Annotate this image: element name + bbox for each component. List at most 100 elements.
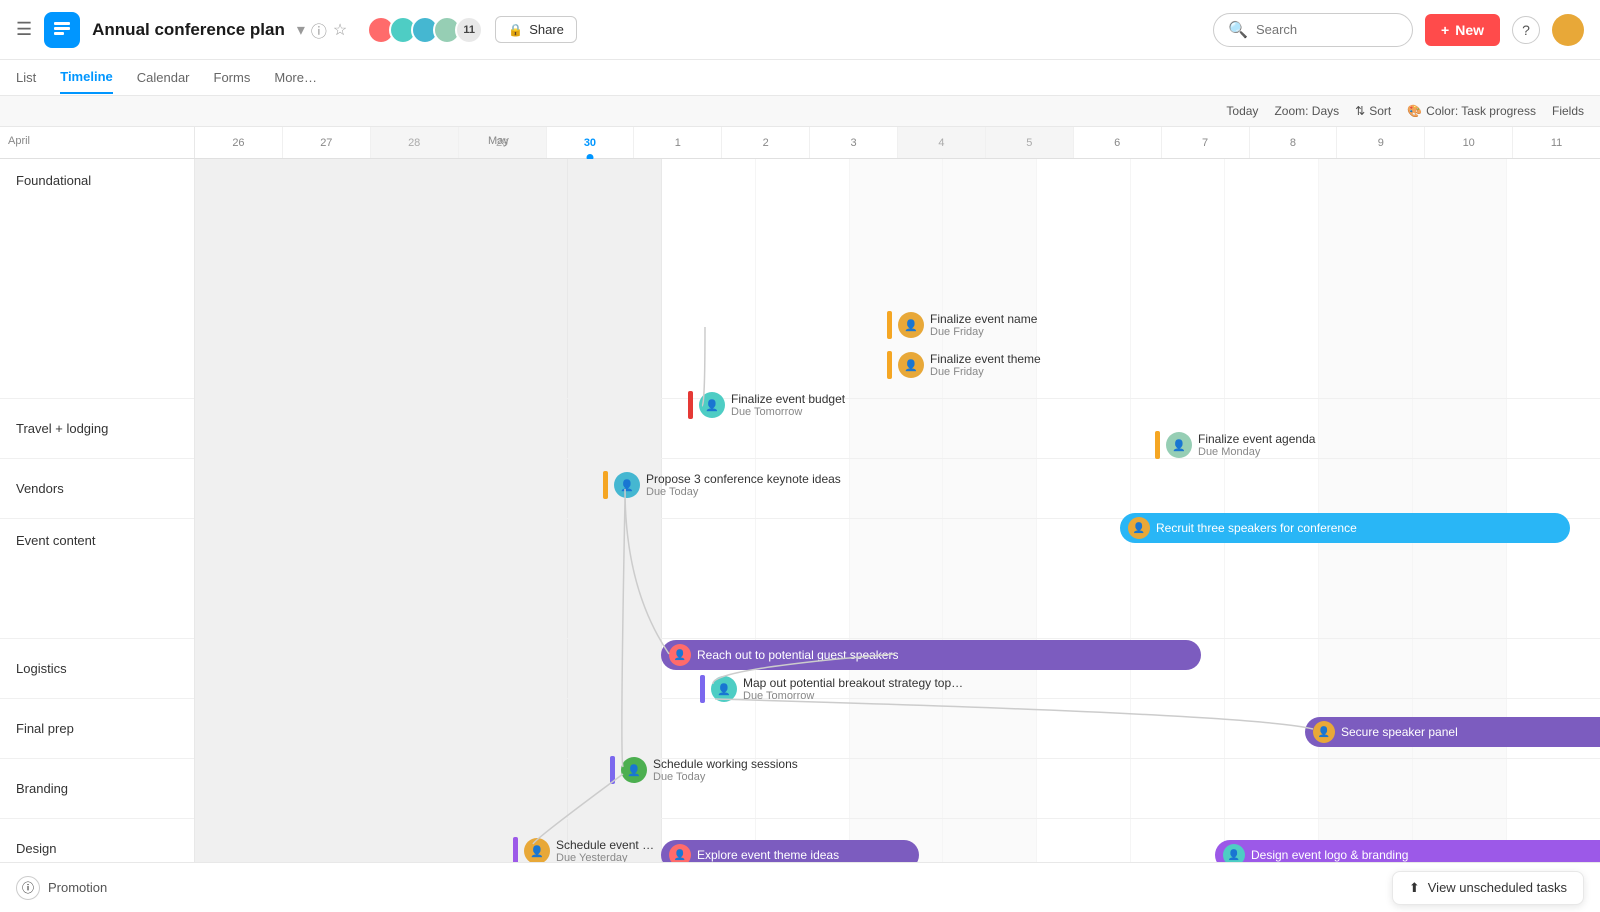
bottom-promotion-label: Promotion: [48, 880, 107, 895]
date-26: 26: [195, 127, 283, 158]
task-pin-keynote[interactable]: 👤 Propose 3 conference keynote ideas Due…: [603, 471, 841, 499]
date-28: 28: [371, 127, 459, 158]
task-label-reach-out: Reach out to potential guest speakers: [697, 648, 898, 662]
timeline-content: 👤 Recruit three speakers for conference …: [195, 159, 1600, 906]
task-label-recruit: Recruit three speakers for conference: [1156, 521, 1357, 535]
task-pin-schedule-event[interactable]: 👤 Schedule event … Due Yesterday: [513, 837, 654, 865]
sub-nav: List Timeline Calendar Forms More…: [0, 60, 1600, 96]
sort-button[interactable]: ⇅ Sort: [1355, 104, 1391, 118]
date-9: 9: [1337, 127, 1425, 158]
task-avatar-recruit: 👤: [1128, 517, 1150, 539]
task-pin-finalize-theme[interactable]: 👤 Finalize event theme Due Friday: [887, 351, 1041, 379]
search-box[interactable]: 🔍: [1213, 13, 1413, 47]
sidebar-branding: Branding: [0, 759, 194, 819]
nav-right: 🔍 + New ?: [1213, 13, 1584, 47]
pin-due-breakout: Due Tomorrow: [743, 690, 963, 702]
timeline-toolbar: Today Zoom: Days ⇅ Sort 🎨 Color: Task pr…: [0, 96, 1600, 127]
pin-title-finalize-agenda: Finalize event agenda: [1198, 432, 1315, 446]
date-1: 1: [634, 127, 722, 158]
title-actions: ▾ ⓘ ☆: [297, 18, 347, 42]
sidebar-vendors: Vendors: [0, 459, 194, 519]
task-pin-schedule-sessions[interactable]: 👤 Schedule working sessions Due Today: [610, 756, 798, 784]
member-count[interactable]: 11: [455, 16, 483, 44]
new-button[interactable]: + New: [1425, 14, 1500, 46]
task-avatar-reach-out: 👤: [669, 644, 691, 666]
search-input[interactable]: [1256, 22, 1398, 37]
pin-title-schedule-event: Schedule event …: [556, 838, 654, 852]
tab-calendar[interactable]: Calendar: [137, 62, 190, 93]
today-button[interactable]: Today: [1226, 104, 1258, 118]
bottom-actions: ⬆ View unscheduled tasks: [1392, 871, 1584, 905]
zoom-control[interactable]: Zoom: Days: [1274, 104, 1339, 118]
unscheduled-tasks-button[interactable]: ⬆ View unscheduled tasks: [1392, 871, 1584, 905]
pin-due-keynote: Due Today: [646, 486, 841, 498]
pin-due-finalize-budget: Due Tomorrow: [731, 406, 845, 418]
task-pin-finalize-name[interactable]: 👤 Finalize event name Due Friday: [887, 311, 1037, 339]
star-icon[interactable]: ☆: [333, 20, 347, 40]
user-avatar[interactable]: [1552, 14, 1584, 46]
pin-due-finalize-theme: Due Friday: [930, 366, 1041, 378]
task-pin-breakout[interactable]: 👤 Map out potential breakout strategy to…: [700, 675, 963, 703]
tab-more[interactable]: More…: [274, 62, 317, 93]
sidebar-final-prep: Final prep: [0, 699, 194, 759]
color-control[interactable]: 🎨 Color: Task progress: [1407, 104, 1536, 118]
date-11: 11: [1513, 127, 1600, 158]
palette-icon: 🎨: [1407, 104, 1422, 118]
sidebar-travel: Travel + lodging: [0, 399, 194, 459]
bottom-info: ⓘ Promotion: [16, 876, 107, 900]
month-may: May: [488, 135, 509, 147]
pin-title-finalize-theme: Finalize event theme: [930, 352, 1041, 366]
tab-forms[interactable]: Forms: [214, 62, 251, 93]
date-27: 27: [283, 127, 371, 158]
tab-list[interactable]: List: [16, 62, 36, 93]
info-circle-icon[interactable]: ⓘ: [16, 876, 40, 900]
task-bar-recruit[interactable]: 👤 Recruit three speakers for conference: [1120, 513, 1570, 543]
pin-title-breakout: Map out potential breakout strategy top…: [743, 676, 963, 690]
task-label-secure-panel: Secure speaker panel: [1341, 725, 1458, 739]
task-pin-finalize-agenda[interactable]: 👤 Finalize event agenda Due Monday: [1155, 431, 1315, 459]
date-5: 5: [986, 127, 1074, 158]
date-10: 10: [1425, 127, 1513, 158]
info-icon[interactable]: ⓘ: [311, 18, 327, 42]
sidebar-event-content: Event content: [0, 519, 194, 639]
share-button[interactable]: 🔒 Share: [495, 16, 577, 43]
project-members: 11: [367, 16, 483, 44]
top-nav: ☰ Annual conference plan ▾ ⓘ ☆ 11 🔒 Shar…: [0, 0, 1600, 60]
date-30-today: 30: [547, 127, 635, 158]
section-labels: Foundational Travel + lodging Vendors Ev…: [0, 159, 195, 906]
plus-icon: +: [1441, 22, 1449, 38]
date-8: 8: [1250, 127, 1338, 158]
hamburger-icon[interactable]: ☰: [16, 19, 32, 40]
task-avatar-secure-panel: 👤: [1313, 721, 1335, 743]
date-7: 7: [1162, 127, 1250, 158]
task-label-explore-theme: Explore event theme ideas: [697, 848, 839, 862]
task-pin-finalize-budget[interactable]: 👤 Finalize event budget Due Tomorrow: [688, 391, 845, 419]
date-2: 2: [722, 127, 810, 158]
task-label-design-logo: Design event logo & branding: [1251, 848, 1408, 862]
task-bar-secure-panel[interactable]: 👤 Secure speaker panel: [1305, 717, 1600, 747]
pin-title-keynote: Propose 3 conference keynote ideas: [646, 472, 841, 486]
date-6: 6: [1074, 127, 1162, 158]
main-layout: April May 26 27 28 29 30 1 2 3: [0, 127, 1600, 906]
search-icon: 🔍: [1228, 20, 1248, 40]
project-title: Annual conference plan: [92, 20, 285, 40]
fields-button[interactable]: Fields: [1552, 104, 1584, 118]
pin-title-schedule-sessions: Schedule working sessions: [653, 757, 798, 771]
task-bar-reach-out[interactable]: 👤 Reach out to potential guest speakers: [661, 640, 1201, 670]
date-4: 4: [898, 127, 986, 158]
sidebar-logistics: Logistics: [0, 639, 194, 699]
unscheduled-icon: ⬆: [1409, 880, 1420, 896]
pin-due-finalize-agenda: Due Monday: [1198, 446, 1315, 458]
date-header: April May 26 27 28 29 30 1 2 3: [0, 127, 1600, 159]
pin-due-schedule-sessions: Due Today: [653, 771, 798, 783]
bottom-bar: ⓘ Promotion ⬆ View unscheduled tasks: [0, 862, 1600, 912]
lock-icon: 🔒: [508, 23, 523, 37]
chevron-down-icon[interactable]: ▾: [297, 20, 305, 40]
help-button[interactable]: ?: [1512, 16, 1540, 44]
month-april: April: [8, 135, 30, 147]
pin-title-finalize-name: Finalize event name: [930, 312, 1037, 326]
date-3: 3: [810, 127, 898, 158]
app-icon: [44, 12, 80, 48]
grid-body: Foundational Travel + lodging Vendors Ev…: [0, 159, 1600, 906]
tab-timeline[interactable]: Timeline: [60, 61, 113, 94]
